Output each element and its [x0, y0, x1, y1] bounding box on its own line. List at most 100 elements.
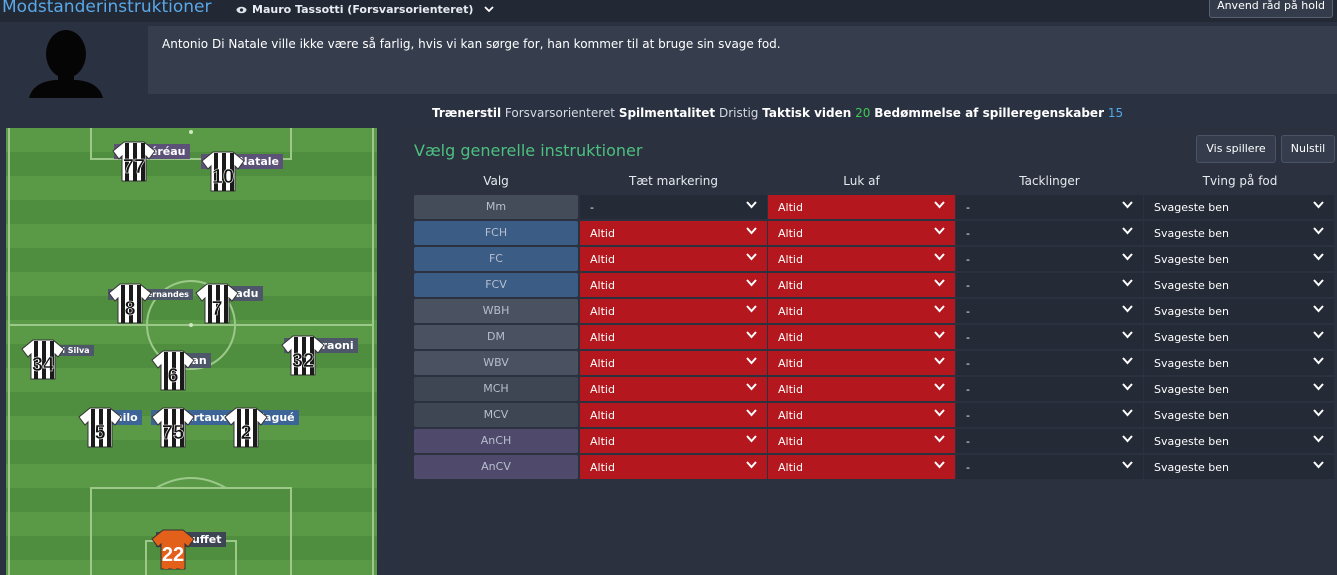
- player-token[interactable]: 22O. Scuffet: [151, 528, 231, 570]
- shirt-icon: 32: [281, 335, 325, 376]
- show-players-button[interactable]: Vis spillere: [1196, 135, 1276, 163]
- close-down-select[interactable]: Altid: [768, 325, 955, 349]
- pitch: 77C. Théréau10A. Di Natale 8Bruno Fernand…: [6, 128, 377, 575]
- select-value: Altid: [590, 253, 615, 266]
- player-token[interactable]: 34Gabriel Silva: [21, 338, 101, 380]
- tackling-select[interactable]: -: [956, 403, 1143, 427]
- column-header-close-marking: Tæt markering: [628, 174, 718, 188]
- judging-value: 15: [1107, 106, 1124, 120]
- close-marking-select[interactable]: Altid: [580, 247, 767, 271]
- close-marking-select[interactable]: Altid: [580, 377, 767, 401]
- tackling-select[interactable]: -: [956, 377, 1143, 401]
- coach-selector[interactable]: Mauro Tassotti (Forsvarsorienteret): [236, 3, 495, 16]
- player-token[interactable]: 75T. Heurtaux: [151, 406, 231, 448]
- show-onto-foot-select[interactable]: Svageste ben: [1144, 221, 1334, 245]
- player-token[interactable]: 6Allan: [151, 349, 231, 391]
- select-value: Altid: [778, 383, 803, 396]
- close-down-select[interactable]: Altid: [768, 273, 955, 297]
- shirt-icon: 22: [151, 529, 195, 570]
- player-token[interactable]: 7E. Badu: [195, 282, 275, 324]
- tackling-select[interactable]: -: [956, 247, 1143, 271]
- chevron-down-icon: [1313, 383, 1324, 391]
- close-marking-select[interactable]: Altid: [580, 429, 767, 453]
- shirt-icon: 34: [21, 339, 65, 380]
- shirt-icon: 7: [195, 283, 239, 324]
- close-down-select[interactable]: Altid: [768, 351, 955, 375]
- select-value: Altid: [778, 461, 803, 474]
- chevron-down-icon: [1122, 227, 1133, 235]
- position-label: WBH: [414, 299, 578, 323]
- eye-icon: [236, 6, 247, 13]
- tackling-select[interactable]: -: [956, 273, 1143, 297]
- mentality-label: Spilmentalitet: [618, 106, 716, 120]
- chevron-down-icon: [934, 461, 945, 469]
- close-marking-select[interactable]: Altid: [580, 273, 767, 297]
- shirt-number: 8: [124, 298, 135, 320]
- apply-advice-button[interactable]: Anvend råd på hold: [1209, 0, 1333, 18]
- select-value: Altid: [590, 461, 615, 474]
- select-value: -: [966, 435, 970, 448]
- tackling-select[interactable]: -: [956, 299, 1143, 323]
- show-onto-foot-select[interactable]: Svageste ben: [1144, 325, 1334, 349]
- close-down-select[interactable]: Altid: [768, 403, 955, 427]
- player-token[interactable]: 10A. Di Natale: [201, 150, 283, 192]
- player-token[interactable]: 77C. Théréau: [112, 140, 192, 182]
- show-onto-foot-select[interactable]: Svageste ben: [1144, 351, 1334, 375]
- close-marking-select[interactable]: Altid: [580, 455, 767, 479]
- tactical-label: Taktisk viden: [762, 106, 852, 120]
- close-down-select[interactable]: Altid: [768, 221, 955, 245]
- show-onto-foot-select[interactable]: Svageste ben: [1144, 429, 1334, 453]
- show-onto-foot-select[interactable]: Svageste ben: [1144, 455, 1334, 479]
- close-marking-select[interactable]: Altid: [580, 299, 767, 323]
- silhouette-avatar-icon: [25, 26, 105, 98]
- player-token[interactable]: 5Danilo: [78, 406, 158, 448]
- close-down-select[interactable]: Altid: [768, 299, 955, 323]
- close-marking-select[interactable]: Altid: [580, 325, 767, 349]
- chevron-down-icon: [1122, 279, 1133, 287]
- shirt-icon: 75: [151, 407, 195, 448]
- select-value: Svageste ben: [1154, 279, 1230, 292]
- close-down-select[interactable]: Altid: [768, 195, 955, 219]
- select-value: -: [966, 201, 970, 214]
- show-onto-foot-select[interactable]: Svageste ben: [1144, 273, 1334, 297]
- tackling-select[interactable]: -: [956, 221, 1143, 245]
- select-value: Altid: [778, 435, 803, 448]
- chevron-down-icon: [1122, 435, 1133, 443]
- select-value: -: [966, 331, 970, 344]
- close-marking-select[interactable]: Altid: [580, 403, 767, 427]
- tackling-select[interactable]: -: [956, 351, 1143, 375]
- tackling-select[interactable]: -: [956, 325, 1143, 349]
- close-marking-select[interactable]: Altid: [580, 351, 767, 375]
- reset-button[interactable]: Nulstil: [1281, 135, 1335, 163]
- player-token[interactable]: 2M. Wagué: [224, 406, 304, 448]
- show-onto-foot-select[interactable]: Svageste ben: [1144, 403, 1334, 427]
- player-token[interactable]: 32M. Faraoni: [281, 334, 361, 376]
- coach-name: Mauro Tassotti (Forsvarsorienteret): [252, 3, 474, 16]
- show-onto-foot-select[interactable]: Svageste ben: [1144, 299, 1334, 323]
- top-bar: Modstanderinstruktioner Mauro Tassotti (…: [0, 0, 1337, 22]
- close-down-select[interactable]: Altid: [768, 455, 955, 479]
- close-marking-select[interactable]: Altid: [580, 221, 767, 245]
- close-down-select[interactable]: Altid: [768, 247, 955, 271]
- tackling-select[interactable]: -: [956, 429, 1143, 453]
- show-onto-foot-select[interactable]: Svageste ben: [1144, 247, 1334, 271]
- chevron-down-icon: [1122, 253, 1133, 261]
- close-down-select[interactable]: Altid: [768, 377, 955, 401]
- select-value: Altid: [778, 357, 803, 370]
- select-value: Altid: [590, 357, 615, 370]
- close-down-select[interactable]: Altid: [768, 429, 955, 453]
- show-onto-foot-select[interactable]: Svageste ben: [1144, 195, 1334, 219]
- chevron-down-icon: [1313, 305, 1324, 313]
- show-onto-foot-select[interactable]: Svageste ben: [1144, 377, 1334, 401]
- chevron-down-icon: [746, 201, 757, 209]
- tackling-select[interactable]: -: [956, 455, 1143, 479]
- shirt-icon: 2: [224, 407, 268, 448]
- close-marking-select[interactable]: -: [580, 195, 767, 219]
- chevron-down-icon: [934, 383, 945, 391]
- chevron-down-icon: [746, 305, 757, 313]
- player-token[interactable]: 8Bruno Fernandes: [108, 282, 193, 324]
- position-label: WBV: [414, 351, 578, 375]
- select-value: Altid: [590, 435, 615, 448]
- tackling-select[interactable]: -: [956, 195, 1143, 219]
- select-value: -: [966, 461, 970, 474]
